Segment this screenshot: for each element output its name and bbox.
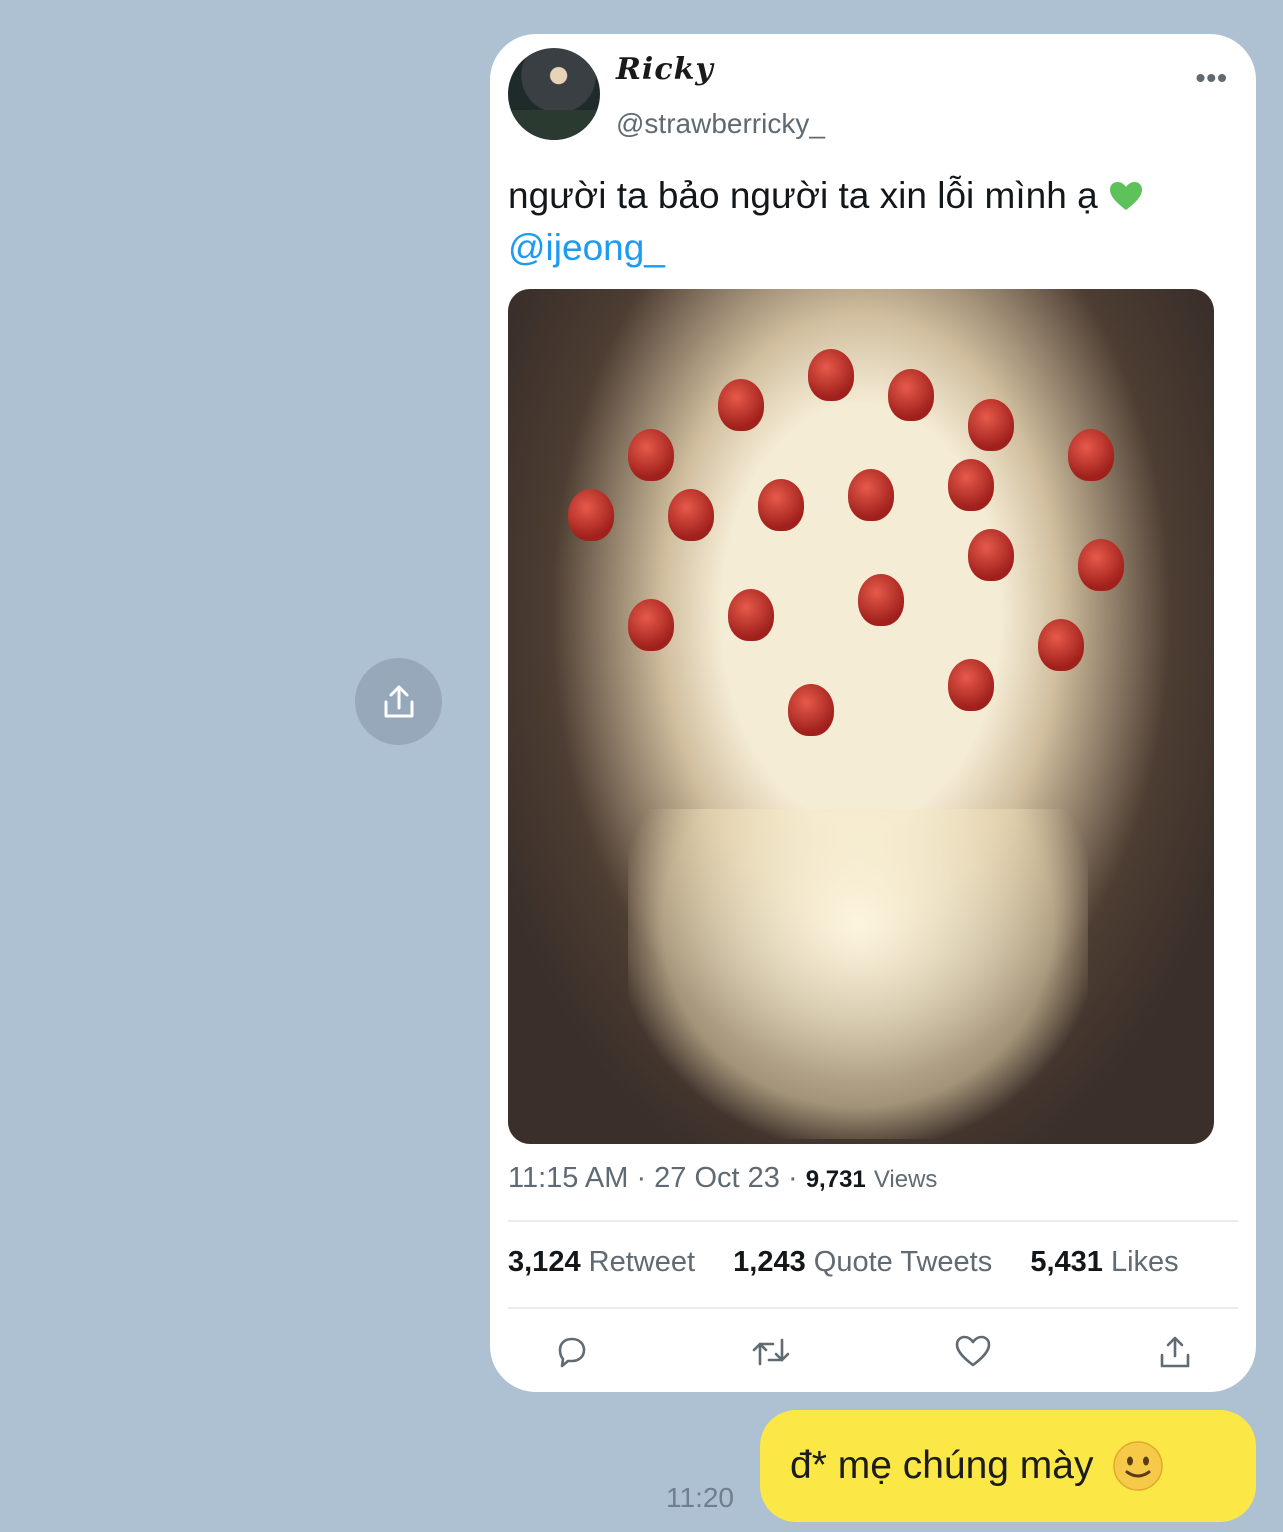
- tweet-time: 11:15 AM: [508, 1162, 629, 1194]
- forward-share-button[interactable]: [355, 658, 442, 745]
- chat-screen: Ricky @strawberricky_ ••• người ta bảo n…: [0, 0, 1283, 1532]
- slightly-smiling-face-icon: [1112, 1441, 1163, 1491]
- strawberry: [808, 349, 854, 401]
- strawberry: [888, 369, 934, 421]
- tweet-meta: 11:15 AM · 27 Oct 23 · 9,731 Views: [508, 1162, 937, 1195]
- tweet-text: người ta bảo người ta xin lỗi mình ạ @ij…: [508, 170, 1226, 274]
- tweet-date: 27 Oct 23: [654, 1162, 780, 1194]
- reply-icon: [558, 1337, 586, 1368]
- strawberry: [718, 379, 764, 431]
- mention-link[interactable]: @ijeong_: [508, 222, 1226, 274]
- strawberry: [668, 489, 714, 541]
- avatar[interactable]: [508, 48, 600, 140]
- strawberry: [788, 684, 834, 736]
- retweet-button[interactable]: [749, 1330, 793, 1374]
- reply-button[interactable]: [550, 1330, 594, 1374]
- strawberry: [728, 589, 774, 641]
- strawberry: [628, 429, 674, 481]
- retweet-label[interactable]: Retweet: [589, 1246, 695, 1278]
- quote-count[interactable]: 1,243: [733, 1246, 806, 1278]
- like-icon: [955, 1335, 991, 1367]
- retweet-count[interactable]: 3,124: [508, 1246, 581, 1278]
- strawberry: [968, 529, 1014, 581]
- strawberry: [568, 489, 614, 541]
- retweet-icon: [752, 1338, 790, 1366]
- meta-separator: ·: [787, 1162, 806, 1194]
- shared-tweet-card[interactable]: Ricky @strawberricky_ ••• người ta bảo n…: [490, 34, 1256, 1392]
- share-icon: [1160, 1336, 1190, 1368]
- strawberry: [848, 469, 894, 521]
- display-name[interactable]: Ricky: [616, 52, 714, 87]
- engagement-stats: 3,124 Retweet 1,243 Quote Tweets 5,431 L…: [508, 1246, 1179, 1279]
- likes-label[interactable]: Likes: [1111, 1246, 1179, 1278]
- strawberry: [1078, 539, 1124, 591]
- tweet-actions: [490, 1330, 1256, 1374]
- sent-message-bubble[interactable]: đ* mẹ chúng mày: [760, 1410, 1256, 1522]
- user-handle[interactable]: @strawberricky_: [616, 108, 825, 140]
- strawberry: [858, 574, 904, 626]
- strawberry: [948, 459, 994, 511]
- divider: [508, 1220, 1238, 1222]
- views-label: Views: [873, 1166, 938, 1193]
- like-button[interactable]: [951, 1330, 995, 1374]
- strawberry: [758, 479, 804, 531]
- message-text: đ* mẹ chúng mày: [790, 1444, 1094, 1487]
- likes-count[interactable]: 5,431: [1030, 1246, 1103, 1278]
- strawberry: [948, 659, 994, 711]
- strawberry: [1068, 429, 1114, 481]
- bouquet-wrap: [628, 809, 1088, 1139]
- strawberry: [1038, 619, 1084, 671]
- strawberry: [968, 399, 1014, 451]
- share-button[interactable]: [1153, 1330, 1197, 1374]
- divider: [508, 1307, 1238, 1309]
- bouquet-photo[interactable]: [508, 289, 1214, 1144]
- share-icon: [384, 685, 413, 717]
- meta-separator: ·: [636, 1162, 655, 1194]
- tweet-body: người ta bảo người ta xin lỗi mình ạ: [508, 175, 1098, 216]
- green-heart-icon: [1109, 182, 1142, 210]
- more-options-icon[interactable]: •••: [1196, 62, 1228, 94]
- quote-label[interactable]: Quote Tweets: [814, 1246, 992, 1278]
- strawberry: [628, 599, 674, 651]
- message-time: 11:20: [666, 1482, 734, 1513]
- views-count: 9,731: [805, 1166, 866, 1193]
